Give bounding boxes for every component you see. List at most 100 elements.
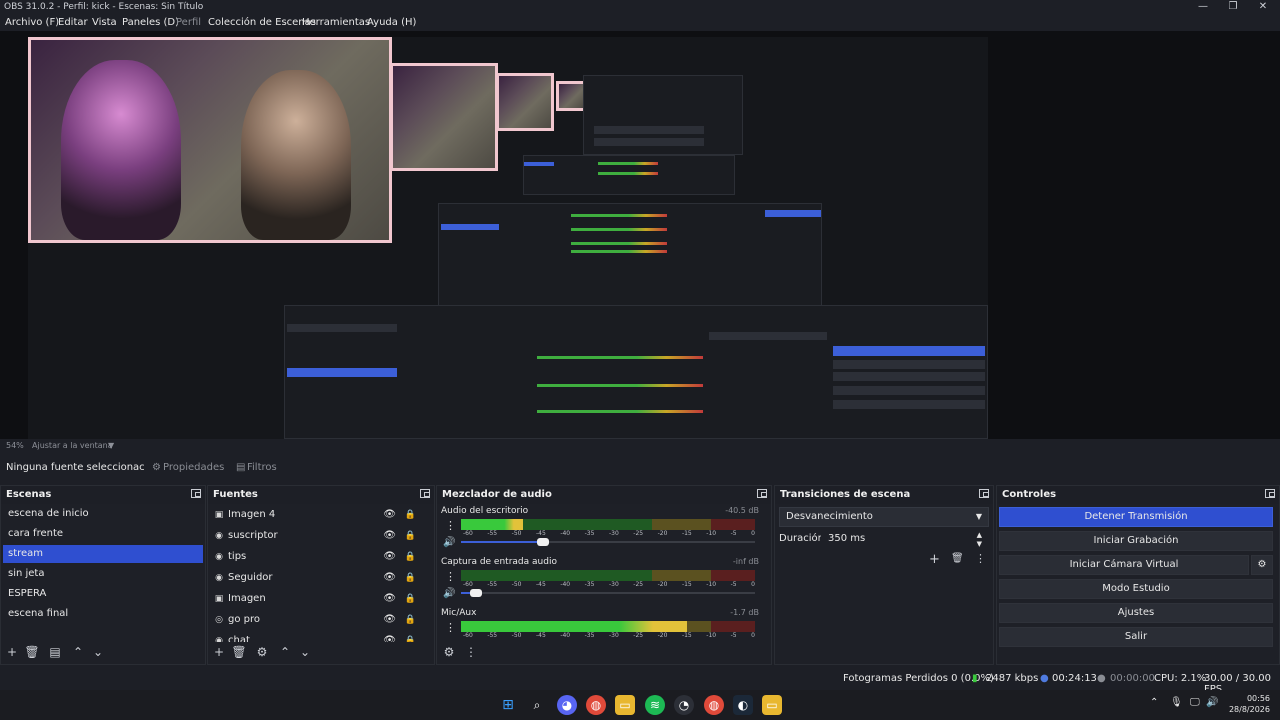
- network-icon[interactable]: 🖵: [1190, 697, 1200, 708]
- filters-button[interactable]: Filtros: [247, 462, 277, 473]
- transition-select[interactable]: Desvanecimiento ▼: [779, 507, 989, 527]
- more-options-icon[interactable]: ⋮: [445, 570, 456, 583]
- lock-icon[interactable]: 🔒: [405, 547, 416, 567]
- scene-item[interactable]: cara frente: [3, 525, 203, 543]
- filter-icon[interactable]: ▤: [47, 645, 63, 659]
- more-options-icon[interactable]: ⋮: [445, 519, 456, 532]
- zoom-level: 54%: [6, 441, 24, 450]
- lock-icon[interactable]: 🔒: [405, 505, 416, 525]
- menu-archivo[interactable]: Archivo (F): [5, 17, 59, 28]
- gear-icon[interactable]: ⚙: [254, 645, 270, 659]
- lock-icon[interactable]: 🔒: [405, 589, 416, 609]
- menu-coleccion-escenas[interactable]: Colección de Escenas: [208, 17, 316, 28]
- menu-ayuda[interactable]: Ayuda (H): [367, 17, 416, 28]
- search-icon[interactable]: ⌕: [527, 695, 547, 715]
- speaker-icon[interactable]: 🔊: [443, 588, 455, 599]
- eye-icon[interactable]: 👁: [383, 547, 396, 567]
- source-row[interactable]: ◉ Seguidor 👁 🔒: [210, 568, 426, 588]
- discord-icon[interactable]: ◕: [557, 695, 577, 715]
- trash-icon[interactable]: 🗑: [231, 645, 247, 659]
- scene-item[interactable]: ESPERA: [3, 585, 203, 603]
- menu-vista[interactable]: Vista: [92, 17, 117, 28]
- exit-button[interactable]: Salir: [999, 627, 1273, 647]
- scene-item-selected[interactable]: stream: [3, 545, 203, 563]
- folder-icon[interactable]: ▭: [762, 695, 782, 715]
- start-recording-button[interactable]: Iniciar Grabación: [999, 531, 1273, 551]
- properties-button[interactable]: Propiedades: [163, 462, 224, 473]
- menu-herramientas[interactable]: Herramientas: [302, 17, 370, 28]
- add-icon[interactable]: +: [211, 645, 227, 659]
- scene-item[interactable]: sin jeta: [3, 565, 203, 583]
- windows-start-icon[interactable]: ⊞: [498, 695, 518, 715]
- stop-streaming-button[interactable]: Detener Transmisión: [999, 507, 1273, 527]
- source-row[interactable]: ▣ Imagen 👁 🔒: [210, 589, 426, 609]
- fit-window-dropdown[interactable]: Ajustar a la ventana: [32, 441, 113, 450]
- arrow-up-icon[interactable]: ⌃: [277, 645, 293, 659]
- start-virtual-camera-button[interactable]: Iniciar Cámara Virtual: [999, 555, 1249, 575]
- spotify-icon[interactable]: ≋: [645, 695, 665, 715]
- preview-area[interactable]: [0, 31, 1280, 439]
- clock-date: 28/8/2026: [1228, 705, 1270, 714]
- volume-icon[interactable]: 🔊: [1206, 697, 1218, 708]
- volume-slider[interactable]: [461, 589, 755, 597]
- more-options-icon[interactable]: ⋮: [463, 645, 479, 659]
- clock[interactable]: 00:56 28/8/2026: [1229, 693, 1270, 715]
- undock-icon[interactable]: [979, 489, 989, 498]
- more-options-icon[interactable]: ⋮: [445, 621, 456, 634]
- minimize-button[interactable]: —: [1188, 0, 1218, 16]
- add-icon[interactable]: +: [4, 645, 20, 659]
- eye-icon[interactable]: 👁: [383, 568, 396, 588]
- source-row[interactable]: ◉ tips 👁 🔒: [210, 547, 426, 567]
- arrow-up-icon[interactable]: ⌃: [70, 645, 86, 659]
- trash-icon[interactable]: 🗑: [24, 645, 40, 659]
- obs-icon[interactable]: ◔: [674, 695, 694, 715]
- lock-icon[interactable]: 🔒: [405, 610, 416, 630]
- folder-icon[interactable]: ▭: [615, 695, 635, 715]
- gear-icon: ⚙: [1257, 559, 1267, 570]
- menu-paneles[interactable]: Paneles (D): [122, 17, 179, 28]
- menu-perfil[interactable]: Perfil: [176, 17, 201, 28]
- speaker-icon[interactable]: 🔊: [443, 537, 455, 548]
- add-icon[interactable]: +: [929, 552, 940, 567]
- virtual-camera-settings-button[interactable]: ⚙: [1251, 555, 1273, 575]
- undock-icon[interactable]: [420, 489, 430, 498]
- lock-icon[interactable]: 🔒: [405, 568, 416, 588]
- eye-icon[interactable]: 👁: [383, 505, 396, 525]
- arrow-down-icon[interactable]: ⌄: [90, 645, 106, 659]
- settings-button[interactable]: Ajustes: [999, 603, 1273, 623]
- volume-slider[interactable]: [461, 538, 755, 546]
- chrome-icon[interactable]: ◍: [586, 695, 606, 715]
- undock-icon[interactable]: [757, 489, 767, 498]
- steam-icon[interactable]: ◐: [733, 695, 753, 715]
- menu-editar[interactable]: Editar: [58, 17, 88, 28]
- chrome-icon[interactable]: ◍: [704, 695, 724, 715]
- source-row[interactable]: ◉ suscriptor 👁 🔒: [210, 526, 426, 546]
- chevron-down-icon[interactable]: ▼: [108, 441, 114, 450]
- duration-spinbox[interactable]: 350 ms ▲ ▼: [821, 529, 989, 549]
- eye-icon[interactable]: 👁: [383, 610, 396, 630]
- eye-icon[interactable]: 👁: [383, 526, 396, 546]
- more-options-icon[interactable]: ⋮: [975, 552, 986, 565]
- close-button[interactable]: ✕: [1248, 0, 1278, 16]
- maximize-button[interactable]: ❐: [1218, 0, 1248, 16]
- studio-mode-button[interactable]: Modo Estudio: [999, 579, 1273, 599]
- source-row[interactable]: ◎ go pro 👁 🔒: [210, 610, 426, 630]
- nested-docks-small: [523, 155, 735, 195]
- scene-item[interactable]: escena de inicio: [3, 505, 203, 523]
- undock-icon[interactable]: [191, 489, 201, 498]
- microphone-icon[interactable]: 🎙: [1170, 697, 1183, 708]
- undock-icon[interactable]: [1265, 489, 1275, 498]
- preview-canvas[interactable]: [28, 37, 988, 439]
- source-row[interactable]: ▣ Imagen 4 👁 🔒: [210, 505, 426, 525]
- arrow-down-icon[interactable]: ⌄: [297, 645, 313, 659]
- lock-icon[interactable]: 🔒: [405, 526, 416, 546]
- gear-icon[interactable]: ⚙: [441, 645, 457, 659]
- tray-chevron-icon[interactable]: ⌃: [1150, 697, 1158, 708]
- eye-icon[interactable]: 👁: [383, 589, 396, 609]
- scene-item[interactable]: escena final: [3, 605, 203, 623]
- spin-arrows-icon[interactable]: ▲ ▼: [977, 531, 982, 549]
- source-label: go pro: [228, 614, 261, 625]
- audio-mixer-dock: Mezclador de audio Audio del escritorio …: [436, 485, 772, 665]
- recursive-webcam-1: [390, 63, 498, 171]
- trash-icon[interactable]: 🗑: [951, 553, 964, 564]
